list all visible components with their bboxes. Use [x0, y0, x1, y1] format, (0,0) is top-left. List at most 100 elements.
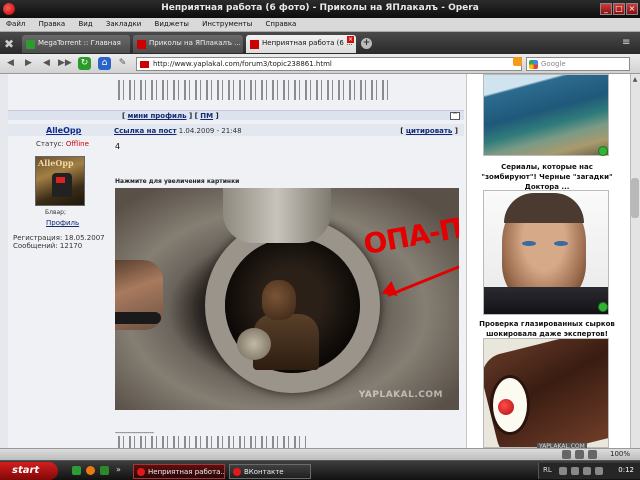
volume-icon[interactable]: [571, 467, 579, 475]
maximize-button[interactable]: □: [613, 3, 625, 15]
start-button[interactable]: start: [0, 462, 58, 480]
yaplakal-favicon-icon: [250, 40, 259, 49]
zoom-level[interactable]: 100%: [610, 450, 630, 458]
post-tools-bar: [ мини профиль ] [ ПМ ] ^: [8, 110, 464, 120]
enlarge-hint: Нажмите для увеличения картинки: [115, 178, 240, 185]
language-indicator[interactable]: RL: [543, 466, 552, 474]
google-search-icon: [529, 60, 538, 69]
tab-bar: ✖ MegaTorrent :: Главная Приколы на ЯПла…: [0, 32, 640, 54]
quote-button[interactable]: цитировать: [406, 127, 453, 135]
tab-label: Приколы на ЯПлакалъ ...: [149, 39, 241, 47]
author-name-link[interactable]: AlleOpp: [46, 126, 81, 135]
scrollbar-thumb[interactable]: [631, 178, 639, 218]
ad-caption-series[interactable]: Сериалы, которые нас "зомбируют"! Черные…: [477, 162, 617, 192]
rewind-icon[interactable]: ◀: [40, 57, 53, 70]
dessert-berry: [498, 399, 514, 415]
pixel-decoration: [118, 80, 388, 100]
post-links: [ мини профиль ] [ ПМ ]: [122, 112, 219, 120]
menu-edit[interactable]: Правка: [33, 18, 71, 28]
message-count: Сообщений: 12170: [13, 242, 83, 250]
menu-bar: Файл Правка Вид Закладки Виджеты Инструм…: [0, 18, 640, 32]
back-icon[interactable]: ◀: [4, 57, 17, 70]
quicklaunch-app-icon[interactable]: [100, 466, 109, 475]
megatorrent-favicon-icon: [26, 40, 35, 49]
speed-dial-icon[interactable]: [562, 450, 571, 459]
post-text: 4: [115, 142, 121, 151]
tab-label: Неприятная работа (6 ...: [262, 39, 353, 47]
worker-hand: [237, 328, 271, 360]
menu-bookmarks[interactable]: Закладки: [100, 18, 146, 28]
post-photo[interactable]: ОПА-ПА YAPLAKAL.COM: [115, 188, 459, 410]
pm-link[interactable]: ПМ: [200, 112, 213, 120]
menu-view[interactable]: Вид: [72, 18, 97, 28]
tray-icon[interactable]: [559, 467, 567, 475]
ad-image-dessert[interactable]: [483, 338, 609, 448]
worker-head: [262, 280, 296, 320]
view-icon[interactable]: [575, 450, 584, 459]
bracket: ]: [454, 127, 458, 135]
menu-file[interactable]: Файл: [0, 18, 30, 28]
bracket: [: [122, 112, 126, 120]
taskbar-vkontakte-window[interactable]: ВКонтакте: [229, 464, 311, 479]
fast-forward-icon[interactable]: ▶▶: [58, 57, 72, 70]
new-tab-button[interactable]: +: [361, 38, 372, 49]
status-label: Статус:: [36, 140, 64, 148]
address-field[interactable]: http://www.yaplakal.com/forum3/topic2388…: [136, 57, 522, 71]
page-gutter: [0, 74, 8, 460]
post-body: 4 Нажмите для увеличения картинки ОПА-ПА…: [115, 142, 460, 422]
registration-date: Регистрация: 18.05.2007: [13, 234, 105, 242]
online-indicator-icon: [598, 302, 608, 312]
avatar-caption: Блвар;: [45, 209, 66, 216]
scroll-up-icon[interactable]: ▲: [631, 76, 639, 84]
tab-active-post[interactable]: Неприятная работа (6 ... ×: [246, 35, 356, 53]
menu-widgets[interactable]: Виджеты: [149, 18, 194, 28]
ad-caption-cheese[interactable]: Проверка глазированных сырков шокировала…: [477, 319, 617, 339]
bracket: ]: [215, 112, 219, 120]
ad-image-portrait[interactable]: [483, 190, 609, 315]
search-input[interactable]: Google: [526, 57, 630, 71]
quote-button-wrapper: [ цитировать ]: [400, 127, 458, 135]
minimize-button[interactable]: _: [600, 3, 612, 15]
status-bar: 100%: [0, 448, 640, 460]
photo-watermark: YAPLAKAL.COM: [358, 390, 443, 400]
tab-yaplakal[interactable]: Приколы на ЯПлакалъ ...: [133, 35, 243, 53]
collapse-button[interactable]: ^: [450, 112, 460, 120]
clock: 0:12: [618, 466, 634, 474]
tools-icon[interactable]: ✖: [4, 37, 18, 51]
quicklaunch-app-icon[interactable]: [72, 466, 81, 475]
quicklaunch-more-icon[interactable]: »: [116, 465, 121, 474]
menu-help[interactable]: Справка: [260, 18, 302, 28]
taskbar-opera-window[interactable]: Неприятная работа...: [133, 464, 225, 479]
rss-feed-icon[interactable]: [513, 57, 522, 66]
portrait-eye: [554, 241, 568, 246]
network-icon[interactable]: [583, 467, 591, 475]
portrait-eye: [522, 241, 536, 246]
page-content: [ мини профиль ] [ ПМ ] ^ AlleOpp Ссылка…: [0, 74, 640, 460]
edit-icon[interactable]: ✎: [116, 57, 129, 70]
tray-icon[interactable]: [595, 467, 603, 475]
photo-bucket: [223, 188, 331, 243]
tab-megatorrent[interactable]: MegaTorrent :: Главная: [22, 35, 130, 53]
quicklaunch-browser-icon[interactable]: [86, 466, 95, 475]
profile-link[interactable]: Профиль: [46, 219, 79, 227]
post-permalink[interactable]: Ссылка на пост: [114, 127, 177, 135]
author-info: Статус: Offline AlleOpp Блвар; Профиль Р…: [8, 136, 108, 436]
close-window-button[interactable]: ×: [626, 3, 638, 15]
menu-tools[interactable]: Инструменты: [196, 18, 257, 28]
close-tab-icon[interactable]: ×: [347, 36, 354, 43]
post-date: 1.04.2009 - 21:48: [178, 127, 242, 135]
title-bar: Неприятная работа (6 фото) - Приколы на …: [0, 0, 640, 18]
ad-image-sea[interactable]: [483, 74, 609, 156]
forward-icon[interactable]: ▶: [22, 57, 35, 70]
reload-icon[interactable]: ↻: [78, 57, 91, 70]
avatar[interactable]: AlleOpp: [35, 156, 85, 206]
home-icon[interactable]: ⌂: [98, 57, 111, 70]
zoom-icon[interactable]: [588, 450, 597, 459]
vertical-scrollbar[interactable]: ▲ ▼: [630, 74, 640, 460]
bracket: [: [400, 127, 404, 135]
author-status: Статус: Offline: [36, 140, 89, 148]
mini-profile-link[interactable]: мини профиль: [128, 112, 187, 120]
online-indicator-icon: [598, 146, 608, 156]
tab-menu-icon[interactable]: ≡: [622, 37, 634, 49]
system-tray: RL 0:12: [538, 463, 640, 479]
